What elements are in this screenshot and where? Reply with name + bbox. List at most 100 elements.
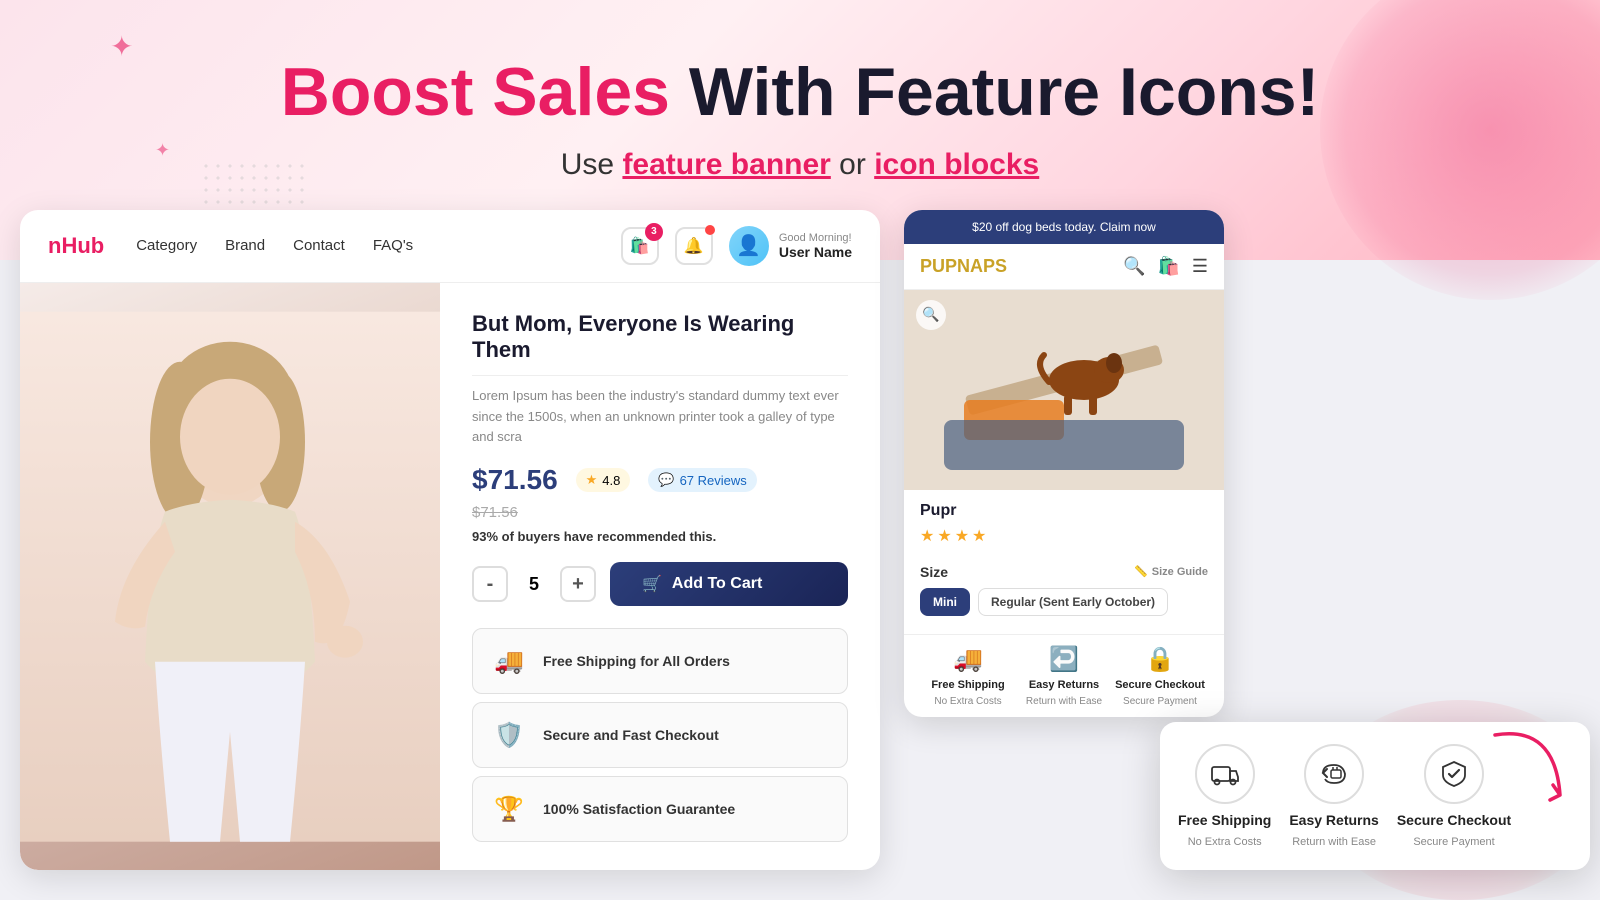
title-dark: With Feature Icons! [689, 54, 1319, 130]
product-area: But Mom, Everyone Is Wearing Them Lorem … [20, 283, 880, 870]
user-info: Good Morning! User Name [779, 232, 852, 260]
popup-shipping-icon [1195, 744, 1255, 804]
cart-btn-label: Add To Cart [672, 575, 762, 593]
navbar-brand: nHub [48, 233, 104, 259]
popup-returns: Easy Returns Return with Ease [1289, 744, 1378, 848]
product-description: Lorem Ipsum has been the industry's stan… [472, 386, 848, 448]
mobile-product-image: 🔍 [904, 290, 1224, 490]
mobile-product-info: Pupr ★★★★ [904, 490, 1224, 554]
ruler-icon: 📏 [1134, 565, 1148, 578]
notification-dot [705, 225, 715, 235]
popup-returns-sub: Return with Ease [1292, 836, 1376, 848]
size-section: Size 📏 Size Guide Mini Regular (Sent Ear… [904, 554, 1224, 626]
right-card-wrapper: $20 off dog beds today. Claim now PUPNAP… [904, 210, 1580, 870]
quantity-increase[interactable]: + [560, 566, 596, 602]
mobile-returns-title: Easy Returns [1029, 679, 1099, 691]
title-red: Boost Sales [281, 54, 670, 130]
icon-blocks-link[interactable]: icon blocks [874, 148, 1039, 181]
nav-faq[interactable]: FAQ's [373, 237, 413, 254]
subtitle-text: Use [561, 148, 623, 181]
feature-banners: 🚚 Free Shipping for All Orders 🛡️ Secure… [472, 628, 848, 842]
cart-icon[interactable]: 🛍️ 3 [621, 227, 659, 265]
rating-value: 4.8 [602, 473, 620, 488]
satisfaction-icon: 🏆 [489, 789, 529, 829]
mobile-shipping-icon: 🚚 [953, 645, 983, 674]
mobile-product-card: $20 off dog beds today. Claim now PUPNAP… [904, 210, 1224, 717]
avatar: 👤 [729, 226, 769, 266]
mobile-header: PUPNAPS 🔍 🛍️ ☰ [904, 244, 1224, 290]
product-details-col: But Mom, Everyone Is Wearing Them Lorem … [440, 283, 880, 870]
chat-icon: 💬 [658, 472, 674, 488]
mobile-checkout-title: Secure Checkout [1115, 679, 1205, 691]
checkout-label: Secure and Fast Checkout [543, 727, 719, 743]
navbar-right: 🛍️ 3 🔔 👤 Good Morning! User Name [621, 226, 852, 266]
search-icon[interactable]: 🔍 [1123, 256, 1145, 277]
nav-category[interactable]: Category [136, 237, 197, 254]
popup-returns-title: Easy Returns [1289, 812, 1378, 828]
mobile-returns-icon: ↩️ [1049, 645, 1079, 674]
user-name: User Name [779, 244, 852, 260]
promo-bar: $20 off dog beds today. Claim now [904, 210, 1224, 244]
mobile-returns-sub: Return with Ease [1026, 696, 1102, 707]
size-mini[interactable]: Mini [920, 588, 970, 616]
price-current: $71.56 [472, 464, 558, 496]
cart-badge: 3 [645, 223, 663, 241]
mobile-nav-icons: 🔍 🛍️ ☰ [1123, 256, 1208, 277]
size-regular[interactable]: Regular (Sent Early October) [978, 588, 1168, 616]
product-title: But Mom, Everyone Is Wearing Them [472, 311, 848, 376]
mobile-bottom-icons: 🚚 Free Shipping No Extra Costs ↩️ Easy R… [904, 634, 1224, 717]
main-content: nHub Category Brand Contact FAQ's 🛍️ 3 🔔… [0, 210, 1600, 870]
user-wrap: 👤 Good Morning! User Name [729, 226, 852, 266]
nav-contact[interactable]: Contact [293, 237, 345, 254]
size-label: Size [920, 564, 948, 580]
arrow-decoration [1475, 715, 1575, 840]
mobile-product-title: Pupr [920, 502, 1208, 520]
size-guide[interactable]: 📏 Size Guide [1134, 565, 1208, 578]
size-label-row: Size 📏 Size Guide [920, 564, 1208, 580]
quantity-row: - 5 + 🛒 Add To Cart [472, 562, 848, 606]
recommend-text: 93% of buyers have recommended this. [472, 529, 848, 544]
reviews-count: 67 Reviews [680, 473, 747, 488]
popup-returns-icon [1304, 744, 1364, 804]
mobile-shipping-sub: No Extra Costs [934, 696, 1001, 707]
nav-brand[interactable]: Brand [225, 237, 265, 254]
feature-banner-link[interactable]: feature banner [622, 148, 830, 181]
add-to-cart-button[interactable]: 🛒 Add To Cart [610, 562, 848, 606]
popup-shipping-sub: No Extra Costs [1188, 836, 1262, 848]
header-section: Boost Sales With Feature Icons! Use feat… [0, 0, 1600, 182]
page-title: Boost Sales With Feature Icons! [0, 55, 1600, 130]
mobile-shipping-title: Free Shipping [931, 679, 1004, 691]
mobile-cart-icon[interactable]: 🛍️ [1157, 256, 1179, 277]
mobile-stars: ★★★★ [920, 526, 1208, 546]
product-page-card: nHub Category Brand Contact FAQ's 🛍️ 3 🔔… [20, 210, 880, 870]
shipping-icon: 🚚 [489, 641, 529, 681]
quantity-decrease[interactable]: - [472, 566, 508, 602]
subtitle-or: or [839, 148, 874, 181]
satisfaction-label: 100% Satisfaction Guarantee [543, 801, 735, 817]
mobile-icon-shipping: 🚚 Free Shipping No Extra Costs [920, 645, 1016, 707]
product-image-col [20, 283, 440, 870]
quantity-value: 5 [522, 574, 546, 595]
price-old: $71.56 [472, 504, 518, 521]
old-price-row: $71.56 [472, 504, 848, 521]
woman-illustration [20, 283, 440, 870]
reviews-badge: 💬 67 Reviews [648, 468, 756, 492]
recommend-suffix: of buyers have recommended this. [502, 529, 717, 544]
nav-links: Category Brand Contact FAQ's [136, 237, 597, 254]
popup-shipping: Free Shipping No Extra Costs [1178, 744, 1271, 848]
cart-icon-symbol: 🛍️ [630, 236, 650, 256]
cart-btn-icon: 🛒 [642, 574, 662, 594]
user-greeting: Good Morning! [779, 232, 852, 244]
size-guide-label: Size Guide [1152, 566, 1208, 578]
magnify-icon[interactable]: 🔍 [916, 300, 946, 330]
shipping-label: Free Shipping for All Orders [543, 653, 730, 669]
bell-icon-symbol: 🔔 [684, 236, 704, 256]
mobile-checkout-icon: 🔒 [1145, 645, 1175, 674]
price-row: $71.56 ★ 4.8 💬 67 Reviews [472, 464, 848, 496]
menu-icon[interactable]: ☰ [1192, 256, 1208, 277]
rating-badge: ★ 4.8 [576, 468, 631, 492]
bell-icon[interactable]: 🔔 [675, 227, 713, 265]
feature-banner-checkout: 🛡️ Secure and Fast Checkout [472, 702, 848, 768]
dog-ramp-illustration [904, 290, 1224, 490]
popup-shipping-title: Free Shipping [1178, 812, 1271, 828]
